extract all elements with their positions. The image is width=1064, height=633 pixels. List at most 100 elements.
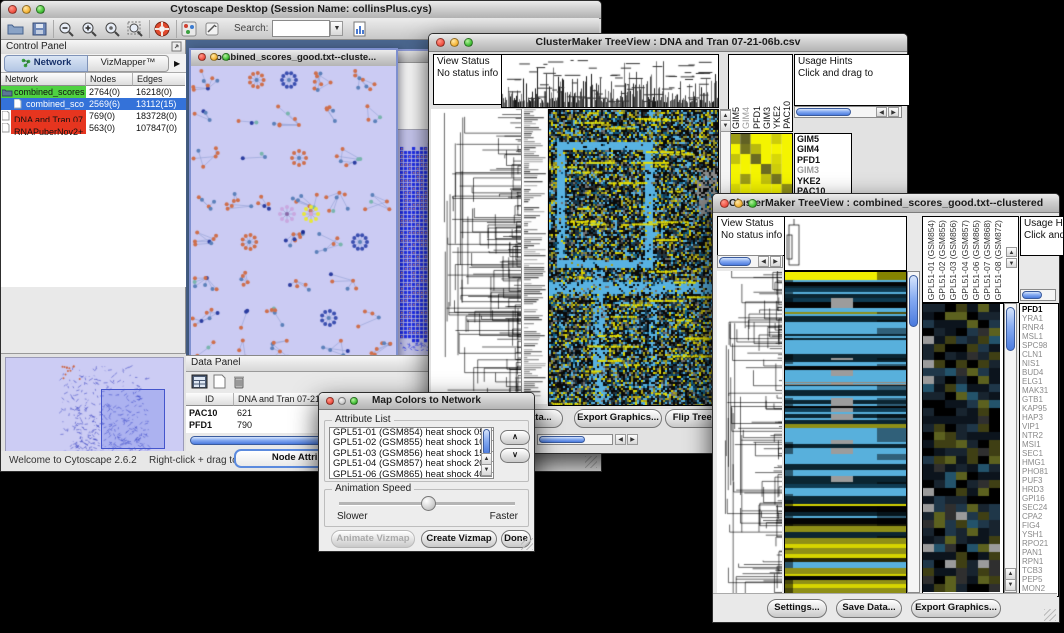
network-row-2-selected[interactable]: combined_sco 2569(6) 13112(15): [1, 98, 186, 110]
gene-label: HAP3: [1020, 413, 1058, 422]
network-row-1[interactable]: combined_scores 2764(0) 16218(0): [1, 86, 186, 98]
tv1-col-label: GIM3: [762, 107, 772, 129]
col-header-edges[interactable]: Edges: [133, 73, 185, 86]
zoom-button[interactable]: [464, 38, 473, 47]
tab-vizmapper[interactable]: VizMapper™: [88, 55, 169, 72]
minimize-button[interactable]: [22, 5, 31, 14]
attribute-listbox[interactable]: GPL51-01 (GSM854) heat shock 05 minGPL51…: [329, 427, 494, 479]
col-header-nodes[interactable]: Nodes: [86, 73, 133, 86]
tab-network[interactable]: Network: [4, 55, 88, 72]
network-row-3[interactable]: DNA and Tran 07 769(0) 183728(0): [1, 110, 186, 122]
tv1-column-dendrogram[interactable]: [501, 54, 719, 108]
tv1-row-label: GIM5: [795, 134, 851, 144]
tv2-settings-button[interactable]: Settings...: [767, 599, 827, 618]
animation-speed-label: Animation Speed: [332, 483, 414, 494]
close-button[interactable]: [198, 53, 206, 61]
tv2-zoom-vscrollbar[interactable]: ▲ ▼: [1004, 303, 1017, 593]
close-button[interactable]: [436, 38, 445, 47]
data-row-id[interactable]: PAC10: [186, 407, 234, 419]
gene-label: RNR4: [1020, 323, 1058, 332]
zoom-out-icon[interactable]: [58, 21, 76, 37]
zoom-fit-icon[interactable]: [127, 21, 145, 37]
attribute-list-scrollbar[interactable]: ▲ ▼: [481, 427, 492, 477]
tv2-col-label: GPL51-06 (GSM865): [971, 220, 982, 300]
speed-slider-thumb[interactable]: [421, 496, 436, 511]
birdseye-view[interactable]: [1, 353, 186, 460]
tv1-export-graphics-button[interactable]: Export Graphics...: [574, 409, 662, 428]
minimize-button[interactable]: [450, 38, 459, 47]
data-row-id[interactable]: PFD1: [186, 419, 234, 431]
gene-label: TCB3: [1020, 566, 1058, 575]
tv2-vscrollbar[interactable]: [907, 271, 920, 593]
data-col-id[interactable]: ID: [186, 393, 234, 406]
zoom-button[interactable]: [748, 199, 757, 208]
tv2-row-dendrogram[interactable]: [717, 271, 782, 593]
birdseye-viewport[interactable]: [101, 389, 165, 449]
attribute-item[interactable]: GPL51-06 (GSM865) heat shock 40 min: [330, 470, 493, 479]
minimize-button[interactable]: [734, 199, 743, 208]
close-button[interactable]: [720, 199, 729, 208]
main-title-bar[interactable]: Cytoscape Desktop (Session Name: collins…: [1, 1, 601, 19]
status-welcome: Welcome to Cytoscape 2.6.2: [9, 455, 137, 466]
search-input[interactable]: [272, 20, 330, 37]
network-canvas[interactable]: [191, 66, 396, 361]
save-session-icon[interactable]: [31, 21, 49, 37]
tv1-usage-hscrollbar[interactable]: ◀ ▶: [794, 106, 902, 118]
dense-network-canvas[interactable]: [400, 139, 430, 351]
resize-grip[interactable]: [1044, 609, 1056, 621]
float-panel-icon[interactable]: [171, 41, 182, 52]
delete-attribute-icon[interactable]: [232, 374, 246, 389]
tv2-heatmap-canvas[interactable]: [784, 271, 907, 595]
treeview-window-combined: ClusterMaker TreeView : combined_scores_…: [712, 193, 1060, 623]
gene-label: PHO81: [1020, 467, 1058, 476]
tab-overflow-arrow[interactable]: ▶: [174, 59, 180, 68]
attribute-table-icon[interactable]: [191, 374, 208, 389]
tv2-zoom-heatmap-box: [922, 303, 1004, 595]
help-lifesaver-icon[interactable]: [154, 21, 172, 37]
annotation-icon[interactable]: [204, 21, 222, 37]
zoom-button[interactable]: [36, 5, 45, 14]
zoom-selected-icon[interactable]: [104, 21, 122, 37]
network-folder-icon: [2, 88, 13, 97]
zoom-in-icon[interactable]: [81, 21, 99, 37]
tv1-usage-hints: Usage Hints Click and drag to: [794, 54, 910, 106]
gene-label: GTB1: [1020, 395, 1058, 404]
tv1-row-dendrogram[interactable]: [431, 109, 521, 404]
col-header-network[interactable]: Network: [1, 73, 86, 86]
gene-label: CPA2: [1020, 512, 1058, 521]
window-title-fragment[interactable]: [398, 51, 432, 63]
attribute-browser-icon[interactable]: [351, 21, 369, 37]
tv2-left-hscrollbar[interactable]: ◀ ▶: [717, 255, 783, 268]
network-row-4[interactable]: RNAPuberNov2+ 563(0) 107847(0): [1, 122, 186, 134]
dialog-title-bar[interactable]: Map Colors to Network: [319, 393, 534, 410]
zoom-button[interactable]: [222, 53, 230, 61]
search-dropdown-arrow[interactable]: ▼: [330, 21, 343, 36]
move-up-button[interactable]: ∧: [500, 430, 530, 445]
tv2-export-graphics-button[interactable]: Export Graphics...: [911, 599, 1001, 618]
new-attribute-icon[interactable]: [213, 374, 227, 389]
close-button[interactable]: [8, 5, 17, 14]
tv1-zoom-matrix-canvas[interactable]: [729, 133, 793, 195]
vizmap-icon[interactable]: [181, 21, 199, 37]
gene-label: BUD4: [1020, 368, 1058, 377]
tv2-column-tree: [784, 216, 907, 271]
open-session-icon[interactable]: [7, 21, 25, 37]
tv1-hscrollbar[interactable]: [537, 434, 613, 445]
tv2-usage-hscrollbar[interactable]: [1020, 289, 1056, 301]
minimize-button[interactable]: [210, 53, 218, 61]
resize-grip[interactable]: [521, 538, 533, 550]
desktop: Cytoscape Desktop (Session Name: collins…: [0, 0, 1064, 633]
close-button[interactable]: [326, 397, 334, 405]
tv2-zoom-heatmap-canvas[interactable]: [923, 304, 1000, 592]
tv2-save-data-button[interactable]: Save Data...: [836, 599, 902, 618]
usage-hints-heading: Usage Hints: [1024, 218, 1060, 230]
resize-grip[interactable]: [585, 456, 597, 468]
tv1-heatmap-canvas[interactable]: [548, 109, 719, 406]
network-window-title-bar[interactable]: combined_scores_good.txt--cluste...: [191, 50, 396, 67]
zoom-button[interactable]: [350, 397, 358, 405]
create-vizmap-button[interactable]: Create Vizmap: [421, 530, 497, 548]
tv2-title-bar[interactable]: ClusterMaker TreeView : combined_scores_…: [713, 194, 1059, 213]
tv1-title-bar[interactable]: ClusterMaker TreeView : DNA and Tran 07-…: [429, 34, 907, 52]
gene-label: NTR2: [1020, 431, 1058, 440]
move-down-button[interactable]: ∨: [500, 448, 530, 463]
